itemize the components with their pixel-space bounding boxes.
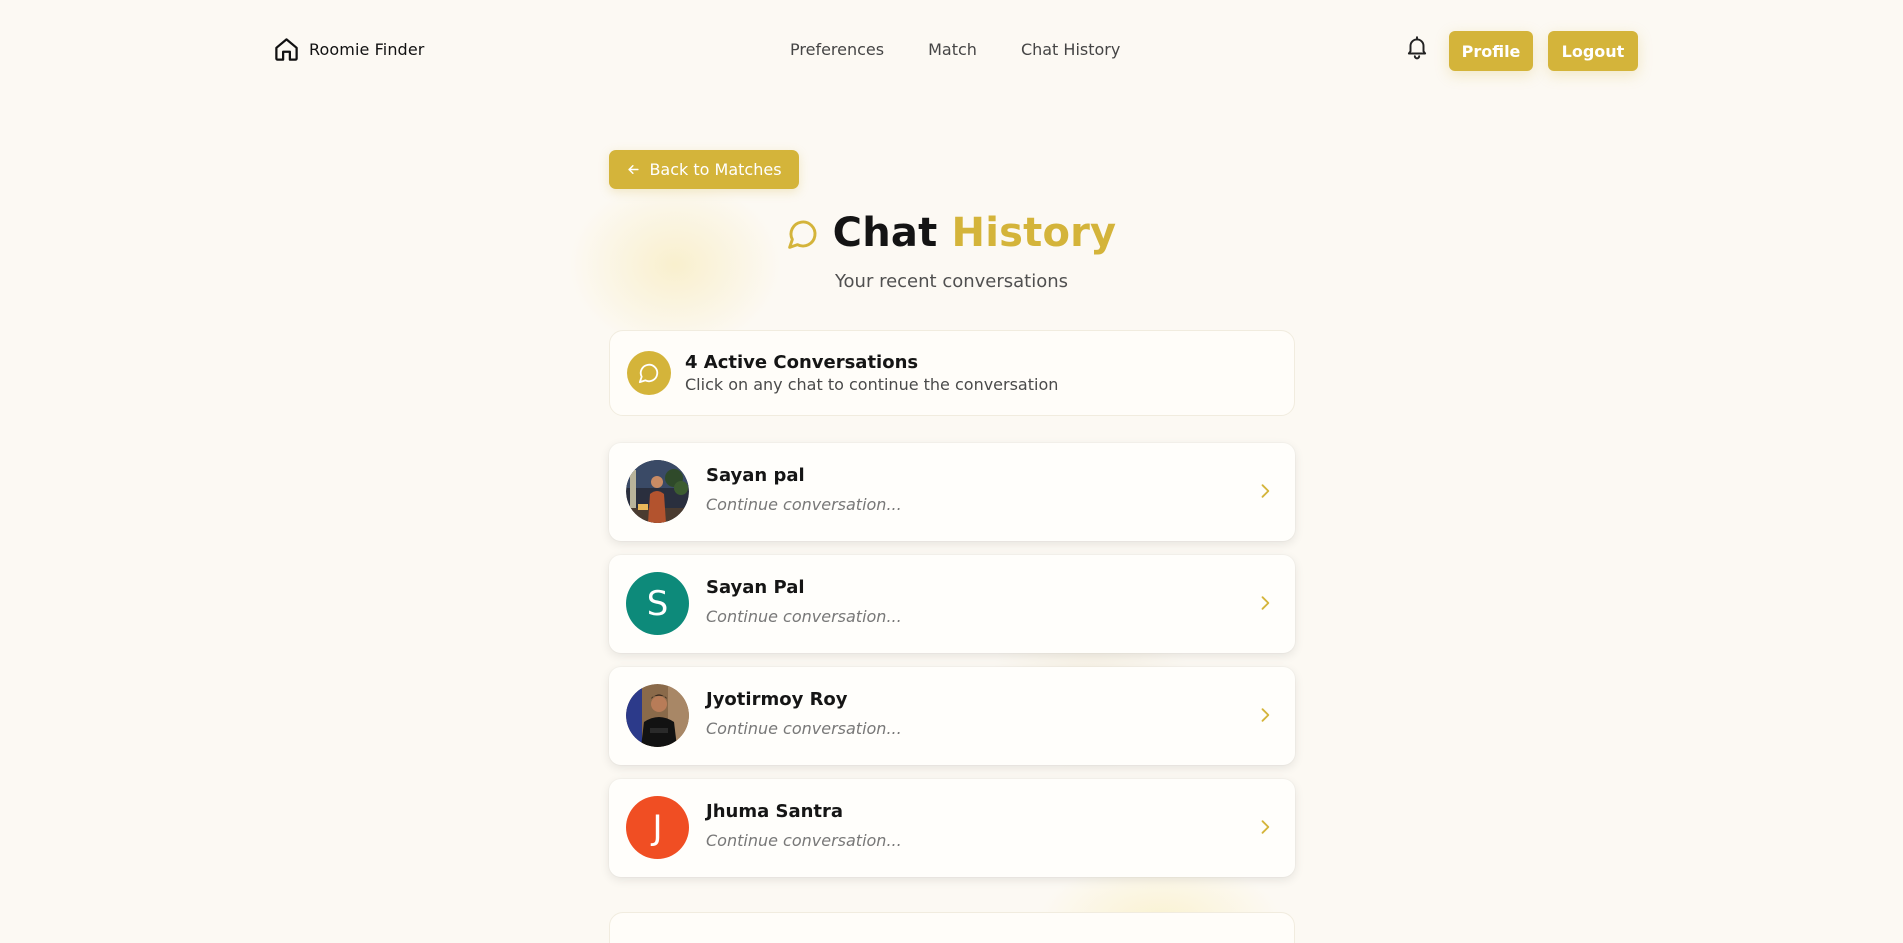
summary-title: 4 Active Conversations (685, 352, 919, 373)
chat-name: Sayan Pal (706, 577, 805, 598)
summary-text: 4 Active Conversations Click on any chat… (685, 351, 1058, 395)
home-icon (273, 36, 300, 63)
chat-name: Jyotirmoy Roy (706, 689, 848, 710)
chat-preview: Continue conversation... (706, 831, 902, 850)
nav-link-match[interactable]: Match (928, 40, 977, 59)
chat-bubble-icon (627, 351, 671, 395)
page-title-text: Chat History (833, 210, 1117, 256)
chat-item-jhuma-santra[interactable]: J Jhuma Santra Continue conversation... (609, 779, 1295, 877)
background-glow (570, 180, 780, 350)
avatar (626, 460, 689, 523)
conversations-summary-card: 4 Active Conversations Click on any chat… (609, 330, 1295, 416)
summary-subtitle: Click on any chat to continue the conver… (685, 375, 1059, 394)
avatar-initial: J (652, 807, 663, 848)
chat-preview: Continue conversation... (706, 607, 902, 626)
back-button-label: Back to Matches (649, 160, 782, 179)
chevron-right-icon (1255, 593, 1275, 613)
nav-links: Preferences Match Chat History (790, 40, 1120, 59)
chevron-right-icon (1255, 481, 1275, 501)
page-title: Chat History (0, 210, 1903, 256)
page-subtitle: Your recent conversations (834, 271, 1069, 292)
brand-logo[interactable]: Roomie Finder (273, 36, 424, 63)
chat-name: Jhuma Santra (706, 801, 844, 822)
chat-preview: Continue conversation... (706, 495, 902, 514)
chat-bubble-icon (787, 216, 819, 250)
avatar: S (626, 572, 689, 635)
bottom-card (609, 912, 1295, 943)
top-navbar: Roomie Finder Preferences Match Chat His… (0, 0, 1903, 100)
nav-link-preferences[interactable]: Preferences (790, 40, 884, 59)
avatar (626, 684, 689, 747)
chevron-right-icon (1255, 705, 1275, 725)
back-to-matches-button[interactable]: Back to Matches (609, 150, 799, 189)
arrow-left-icon (626, 162, 641, 177)
chat-name: Sayan pal (706, 465, 805, 486)
nav-link-chat-history[interactable]: Chat History (1021, 40, 1120, 59)
chat-item-sayan-pal-2[interactable]: S Sayan Pal Continue conversation... (609, 555, 1295, 653)
chat-item-sayan-pal[interactable]: Sayan pal Continue conversation... (609, 443, 1295, 541)
brand-name: Roomie Finder (309, 40, 425, 59)
profile-button[interactable]: Profile (1449, 31, 1533, 71)
chat-item-jyotirmoy-roy[interactable]: Jyotirmoy Roy Continue conversation... (609, 667, 1295, 765)
avatar: J (626, 796, 689, 859)
logout-button[interactable]: Logout (1548, 31, 1638, 71)
page: Roomie Finder Preferences Match Chat His… (0, 0, 1903, 943)
title-part-history: History (951, 210, 1117, 256)
bell-icon[interactable] (1404, 34, 1430, 60)
chat-preview: Continue conversation... (706, 719, 902, 738)
avatar-initial: S (646, 583, 669, 624)
chevron-right-icon (1255, 817, 1275, 837)
title-part-chat: Chat (832, 210, 938, 256)
